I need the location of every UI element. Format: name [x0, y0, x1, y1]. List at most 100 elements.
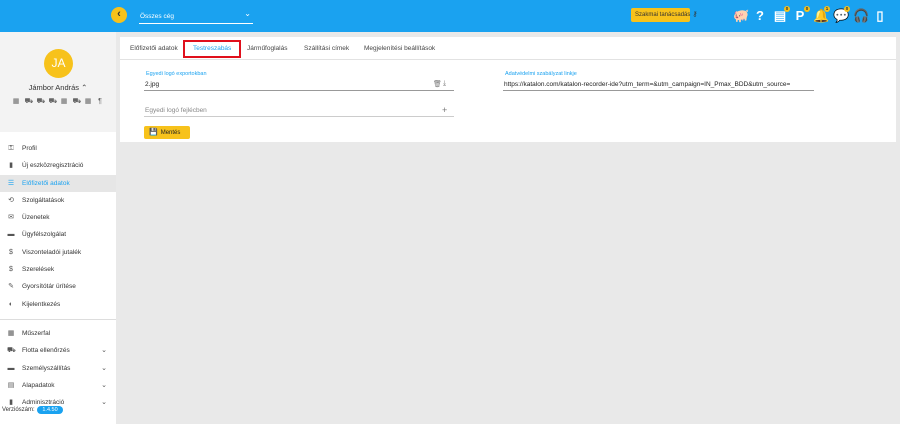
support-icon: ▬	[7, 231, 15, 239]
sidebar-item-install-dollar[interactable]: $ Szerelések	[0, 261, 116, 278]
quick-action-icon[interactable]: ▦	[85, 98, 92, 106]
trash-icon[interactable]: 🗑	[433, 80, 442, 88]
notification-badge: 0	[804, 6, 810, 12]
avatar[interactable]: JA	[44, 49, 73, 78]
floppy-disk-icon: 💾	[149, 129, 158, 136]
sidebar-item-label: Szerelések	[22, 266, 55, 274]
notification-badge: 0	[844, 6, 850, 12]
parking-glyph: P	[795, 8, 805, 23]
quick-action-icon[interactable]: ▦	[61, 98, 68, 106]
help-glyph: ?	[756, 8, 764, 23]
sidebar-item-list[interactable]: ☰ Előfizetői adatok	[0, 174, 116, 192]
piggy-bank-glyph: 🐖	[733, 8, 750, 23]
user-panel: JA Jámbor András ⌃ ▦ ⛟ ⛟ ⛟ ▦ ⛟ ▦ ¶	[0, 32, 116, 132]
sidebar-item-label: Alapadatok	[22, 381, 55, 389]
sidebar-item-dollar[interactable]: $ Viszonteladói jutalék	[0, 244, 116, 261]
sidebar-item-database[interactable]: ▤ Alapadatok ⌄	[0, 377, 116, 394]
sidebar-item-label: Műszerfal	[22, 329, 51, 337]
key-icon: ⚷	[692, 11, 698, 18]
sidebar-item-logout[interactable]: ◐ Kijelentkezés	[0, 296, 116, 313]
chevron-down-icon[interactable]: ⌄	[101, 394, 107, 411]
privacy-link-label: Adatvédelmi szabályzat linkje	[505, 71, 577, 77]
quick-action-icon[interactable]: ⛟	[73, 98, 82, 106]
privacy-link-underline	[503, 90, 814, 91]
dashboard-icon: ▦	[7, 329, 15, 337]
quick-action-icon[interactable]: ▦	[13, 98, 20, 106]
sidebar-item-label: Előfizetői adatok	[22, 179, 70, 187]
chat-icon[interactable]: 💬 0	[833, 6, 850, 24]
parking-icon[interactable]: P0	[793, 6, 810, 24]
save-button-label: Mentés	[160, 130, 181, 136]
headset-icon[interactable]: 🎧	[853, 8, 870, 24]
quick-action-icon[interactable]: ⛟	[25, 98, 34, 106]
broom-icon: ✎	[8, 283, 14, 291]
top-icon-bar: 🐖? ▤ 0 P 0 🔔 1 💬 0 🎧 ▯	[733, 6, 887, 26]
sidebar-item-device[interactable]: ▮ Új eszközregisztráció	[0, 157, 116, 174]
sidebar-item-label: Kijelentkezés	[22, 300, 61, 308]
logo-header-underline	[144, 116, 454, 117]
tab-display-settings[interactable]: Megjelenítési beállítások	[364, 45, 435, 52]
sidebar-item-services[interactable]: ⟲ Szolgáltatások	[0, 192, 116, 209]
sidebar-item-fleet[interactable]: ⛟ Flotta ellenőrzés ⌄	[0, 342, 116, 359]
install-dollar-icon: $	[9, 266, 13, 274]
notification-badge: 0	[784, 6, 790, 12]
tab-subscriber-data[interactable]: Előfizetői adatok	[130, 45, 178, 52]
tab-vehicle-booking[interactable]: Járműfoglalás	[247, 45, 287, 52]
chevron-down-icon[interactable]: ⌄	[101, 342, 107, 359]
logo-header-field[interactable]: Egyedi logó fejlécben	[145, 107, 207, 114]
sidebar: JA Jámbor András ⌃ ▦ ⛟ ⛟ ⛟ ▦ ⛟ ▦ ¶ ⚿ Profil ▮ Új e…	[0, 32, 116, 424]
headset-glyph: 🎧	[853, 8, 870, 23]
advice-button[interactable]: Szakmai tanácsadás ⚷	[631, 8, 698, 22]
sidebar-nav: ⚿ Profil ▮ Új eszközregisztráció ☰ Előfizetői…	[0, 140, 116, 411]
piggy-bank-icon[interactable]: 🐖	[733, 8, 750, 24]
sidebar-item-bus[interactable]: ▬ Személyszállítás ⌄	[0, 360, 116, 377]
top-bar: ‹ Összes cég ⌄ Szakmai tanácsadás ⚷ 🐖? ▤ 0 P…	[0, 0, 900, 32]
privacy-link-field[interactable]: https://katalon.com/katalon-recorder-ide…	[504, 81, 790, 88]
sidebar-item-broom[interactable]: ✎ Gyorsítótár ürítése	[0, 278, 116, 295]
plus-icon[interactable]: +	[442, 105, 447, 115]
sidebar-item-label: Profil	[22, 145, 37, 152]
document-icon[interactable]: ▤ 0	[773, 6, 790, 24]
version-label: Verziószám:	[2, 407, 35, 413]
sidebar-item-messages[interactable]: ✉ Üzenetek	[0, 209, 116, 226]
chevron-down-icon: ⌄	[244, 9, 251, 18]
sidebar-item-label: Szolgáltatások	[22, 196, 65, 204]
quick-icons: ▦ ⛟ ⛟ ⛟ ▦ ⛟ ▦ ¶	[8, 98, 108, 106]
messages-icon: ✉	[8, 214, 14, 222]
sidebar-item-label: Üzenetek	[22, 214, 50, 222]
user-name-toggle[interactable]: Jámbor András ⌃	[0, 83, 116, 92]
chevron-left-icon: ‹	[117, 8, 121, 20]
logo-export-field[interactable]: 2.jpg	[145, 81, 159, 88]
quick-action-icon[interactable]: ¶	[97, 98, 104, 106]
sidebar-item-support[interactable]: ▬ Ügyfélszolgálat	[0, 226, 116, 243]
sidebar-item-user-key[interactable]: ⚿ Profil	[0, 140, 116, 157]
save-button[interactable]: 💾 Mentés	[144, 126, 190, 139]
main-panel: Előfizetői adatok Testreszabás Járműfogl…	[120, 37, 896, 142]
phone-download-glyph: ▯	[876, 8, 884, 23]
company-select-value: Összes cég	[140, 13, 174, 20]
quick-action-icon[interactable]: ⛟	[49, 98, 58, 106]
back-button[interactable]: ‹	[111, 7, 127, 23]
phone-download-icon[interactable]: ▯	[873, 8, 887, 24]
logout-icon: ◐	[8, 300, 14, 308]
tab-shipping-addresses[interactable]: Szállítási címek	[304, 45, 349, 52]
nav-divider	[0, 318, 116, 320]
tab-bar: Előfizetői adatok Testreszabás Járműfogl…	[120, 37, 896, 60]
user-key-icon: ⚿	[8, 145, 14, 152]
sidebar-item-label: Ügyfélszolgálat	[22, 231, 67, 239]
sidebar-item-label: Személyszállítás	[22, 364, 71, 372]
services-icon: ⟲	[8, 196, 14, 204]
bell-icon[interactable]: 🔔 1	[813, 6, 830, 24]
chevron-down-icon[interactable]: ⌄	[101, 360, 107, 377]
sidebar-item-dashboard[interactable]: ▦ Műszerfal	[0, 325, 116, 342]
company-select[interactable]: Összes cég ⌄	[139, 9, 253, 24]
device-icon: ▮	[9, 162, 13, 170]
download-icon[interactable]: ⤓	[443, 80, 446, 88]
chevron-down-icon[interactable]: ⌄	[101, 377, 107, 394]
dollar-icon: $	[9, 248, 13, 256]
advice-button-label: Szakmai tanácsadás	[635, 12, 691, 18]
version-info: Verziószám: 1.4.50	[2, 406, 63, 414]
quick-action-icon[interactable]: ⛟	[37, 98, 46, 106]
help-icon[interactable]: ?	[753, 8, 767, 24]
notification-badge: 1	[824, 6, 830, 12]
